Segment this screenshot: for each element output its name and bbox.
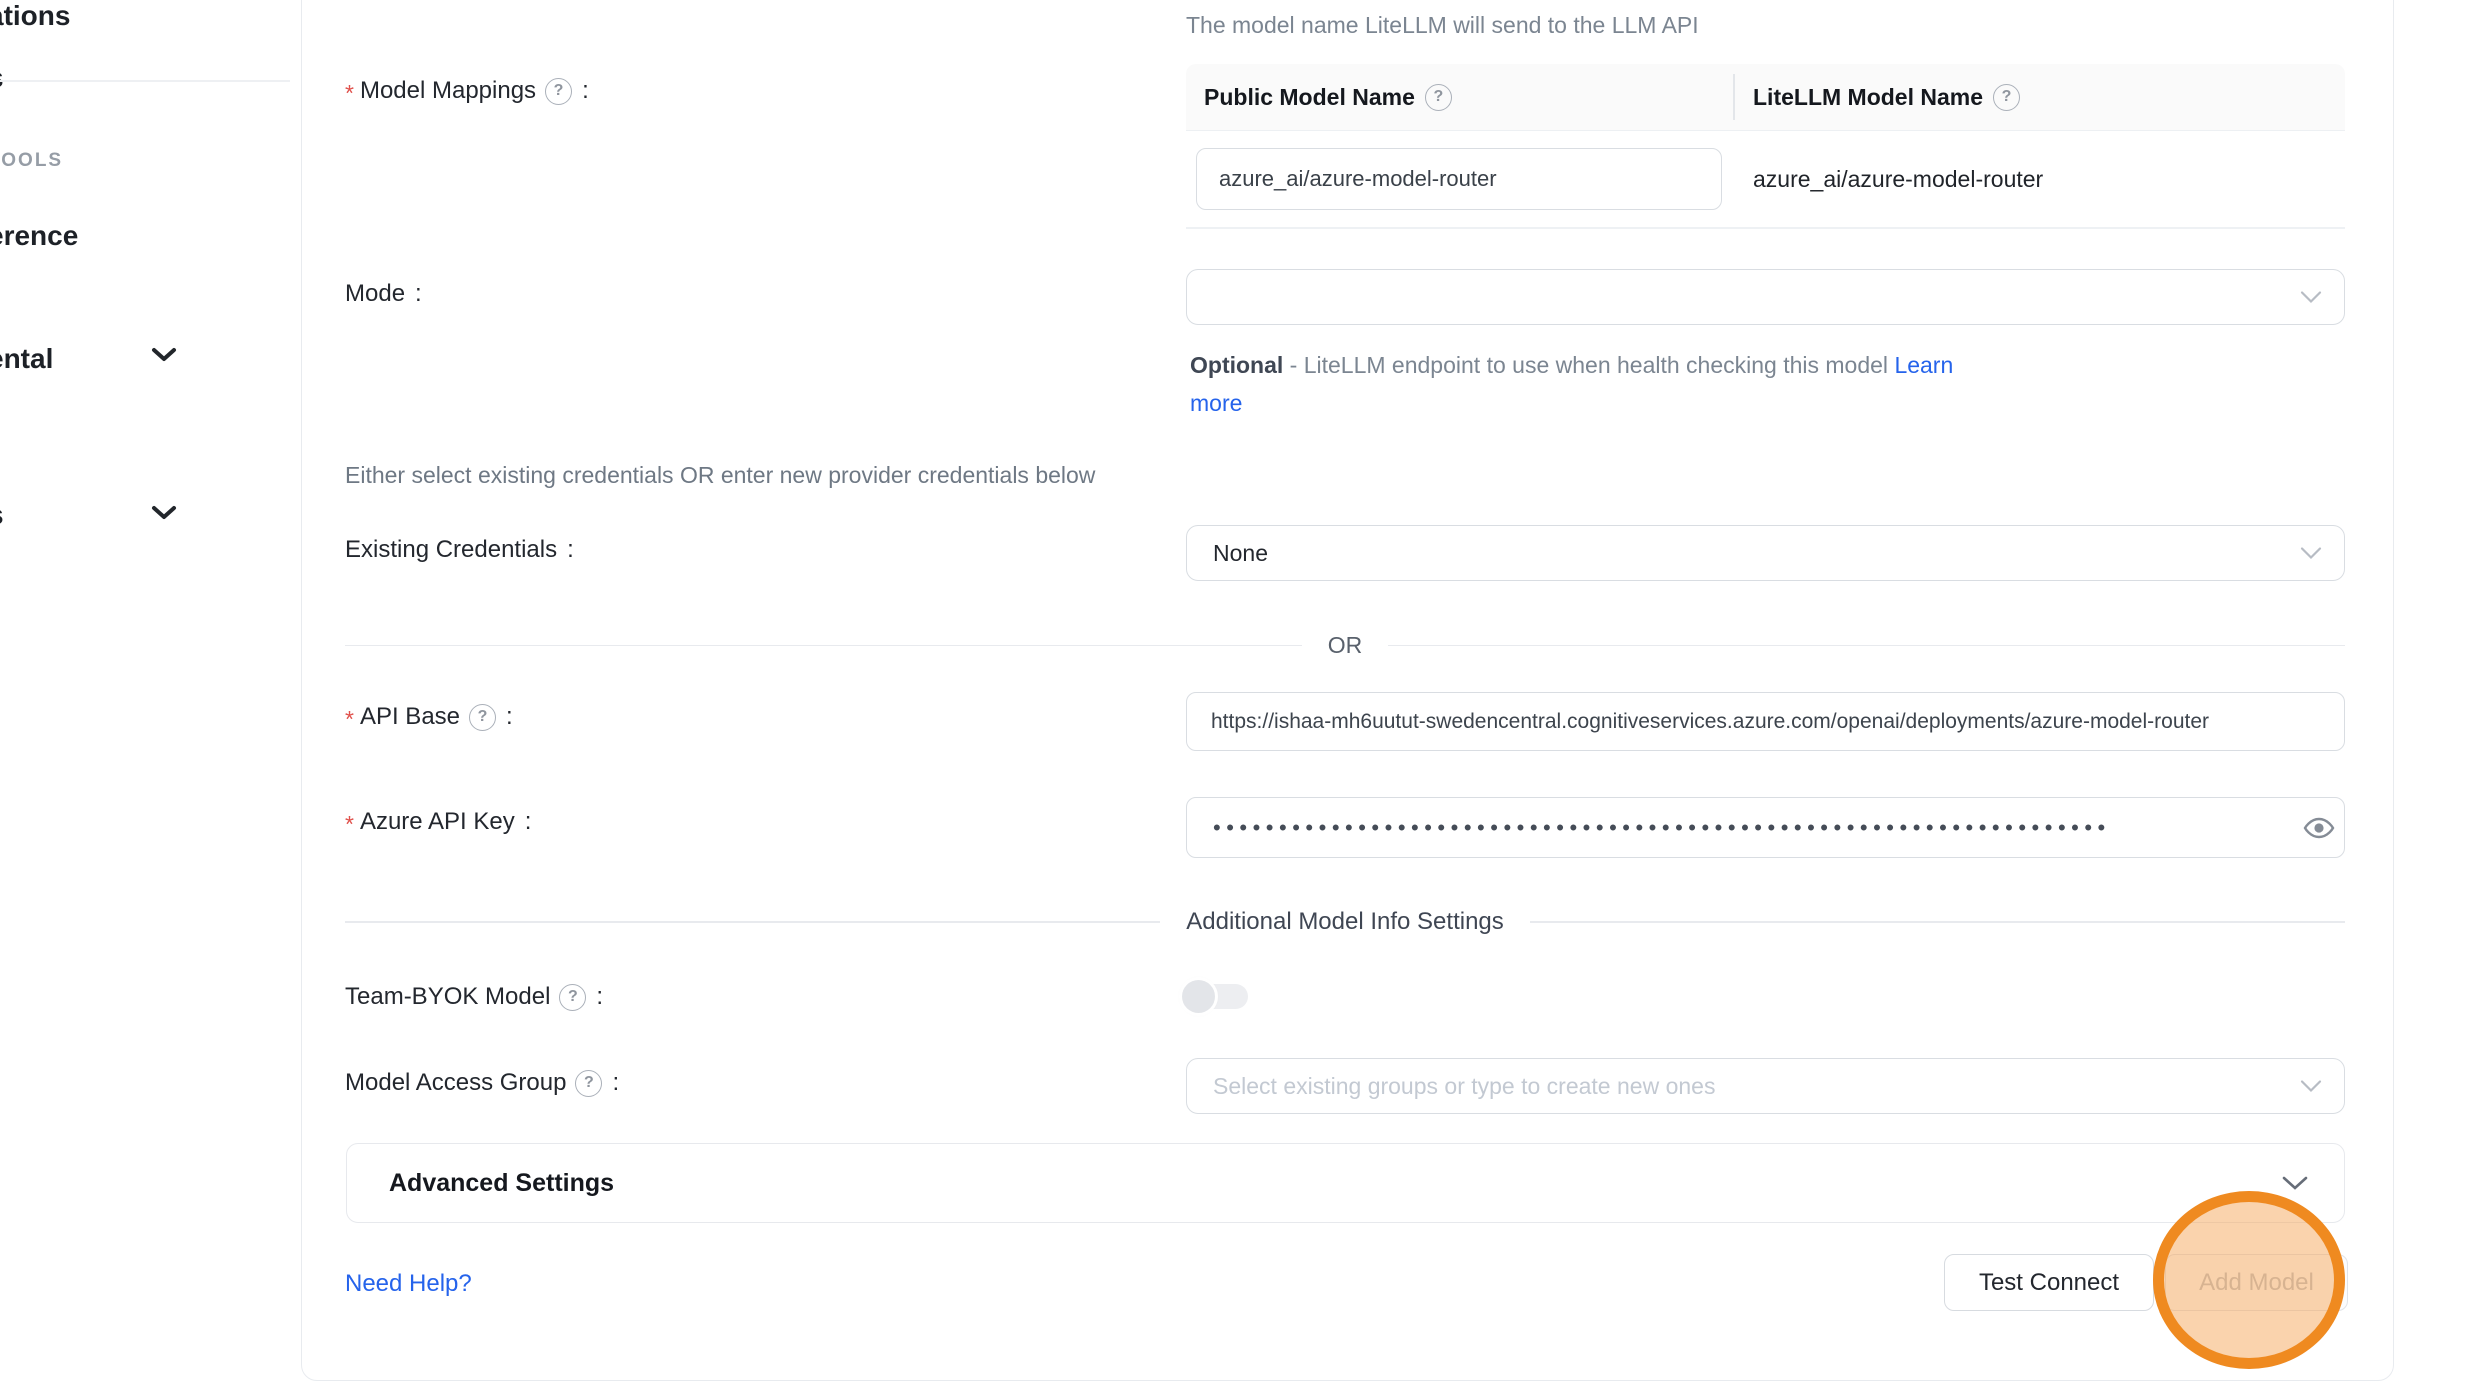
sidebar-item-ations[interactable]: ations: [0, 0, 70, 33]
info-icon[interactable]: ?: [545, 78, 572, 105]
api-base-input[interactable]: [1186, 692, 2345, 751]
chevron-down-icon: [2282, 1176, 2308, 1191]
toggle-knob: [1182, 980, 1215, 1013]
mode-label: Mode :: [345, 280, 422, 308]
chevron-down-icon: [151, 505, 177, 521]
model-access-group-placeholder: Select existing groups or type to create…: [1213, 1073, 1715, 1100]
need-help-link[interactable]: Need Help?: [345, 1270, 472, 1298]
api-base-label: * API Base ? :: [345, 701, 513, 733]
table-column-divider: [1733, 74, 1735, 120]
sidebar-item-s[interactable]: s: [0, 61, 4, 95]
mode-help-text: Optional - LiteLLM endpoint to use when …: [1190, 346, 1953, 422]
team-byok-toggle[interactable]: [1182, 980, 1250, 1013]
existing-credentials-value: None: [1213, 540, 1268, 567]
model-access-group-label: Model Access Group ? :: [345, 1069, 619, 1097]
test-connect-button[interactable]: Test Connect: [1944, 1254, 2154, 1311]
info-icon[interactable]: ?: [559, 984, 586, 1011]
azure-api-key-input[interactable]: [1186, 797, 2345, 858]
chevron-down-icon: [2300, 1080, 2322, 1093]
additional-model-info-divider: Additional Model Info Settings: [345, 908, 2345, 936]
public-model-name-header: Public Model Name ?: [1186, 84, 1733, 111]
learn-more-link[interactable]: more: [1190, 390, 1242, 416]
chevron-down-icon: [151, 347, 177, 363]
info-icon[interactable]: ?: [469, 704, 496, 731]
credentials-note: Either select existing credentials OR en…: [345, 462, 1095, 489]
model-mappings-label: * Model Mappings ? :: [345, 75, 589, 107]
add-model-page: ations s TOOLS erence ental s The model …: [0, 0, 2477, 1385]
sidebar-item-s2[interactable]: s: [0, 498, 4, 532]
chevron-down-icon: [2300, 291, 2322, 304]
azure-api-key-label: * Azure API Key :: [345, 806, 531, 838]
model-mappings-table-header: Public Model Name ? LiteLLM Model Name ?: [1186, 64, 2345, 131]
sidebar-item-erence[interactable]: erence: [0, 219, 78, 253]
model-access-group-select[interactable]: Select existing groups or type to create…: [1186, 1058, 2345, 1114]
required-marker: *: [345, 701, 354, 733]
litellm-model-name-value: azure_ai/azure-model-router: [1753, 166, 2043, 193]
required-marker: *: [345, 75, 354, 107]
info-icon[interactable]: ?: [1425, 84, 1452, 111]
advanced-settings-panel[interactable]: Advanced Settings: [346, 1143, 2345, 1223]
existing-credentials-select[interactable]: None: [1186, 525, 2345, 581]
sidebar-section-tools: TOOLS: [0, 149, 63, 173]
sidebar-item-ental[interactable]: ental: [0, 342, 53, 376]
eye-icon[interactable]: [2303, 813, 2335, 843]
public-model-name-input[interactable]: [1196, 148, 1722, 210]
table-row-divider: [1186, 227, 2345, 229]
mode-select[interactable]: [1186, 269, 2345, 325]
litellm-model-name-header: LiteLLM Model Name ?: [1733, 84, 2020, 111]
learn-more-link[interactable]: Learn: [1894, 352, 1953, 378]
litellm-model-name-helper: The model name LiteLLM will send to the …: [1186, 12, 1699, 39]
team-byok-label: Team-BYOK Model ? :: [345, 983, 603, 1011]
sidebar-divider: [0, 80, 290, 82]
info-icon[interactable]: ?: [575, 1070, 602, 1097]
existing-credentials-label: Existing Credentials :: [345, 536, 574, 564]
or-divider: OR: [345, 632, 2345, 659]
required-marker: *: [345, 806, 354, 838]
chevron-down-icon: [2300, 547, 2322, 560]
info-icon[interactable]: ?: [1993, 84, 2020, 111]
advanced-settings-title: Advanced Settings: [389, 1169, 2282, 1198]
click-annotation-circle: [2153, 1191, 2345, 1369]
